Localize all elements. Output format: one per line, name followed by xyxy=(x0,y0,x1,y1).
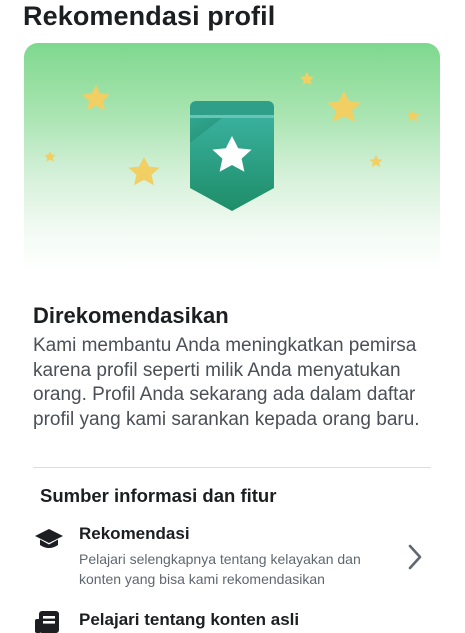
star-decoration-icon xyxy=(44,151,56,162)
divider xyxy=(33,467,431,468)
sources-heading: Sumber informasi dan fitur xyxy=(40,485,277,506)
star-decoration-icon xyxy=(327,91,361,122)
star-decoration-icon xyxy=(128,157,160,186)
row-subtitle: Pelajari selengkapnya tentang kelayakan … xyxy=(79,551,361,587)
recommended-description: Kami membantu Anda meningkatkan pemirsa … xyxy=(33,335,420,430)
row-title: Rekomendasi xyxy=(79,524,190,543)
chevron-right-icon[interactable] xyxy=(407,544,423,570)
star-decoration-icon xyxy=(369,155,383,167)
star-decoration-icon xyxy=(82,85,110,111)
row-title: Pelajari tentang konten asli xyxy=(79,610,300,629)
star-decoration-icon xyxy=(299,72,315,85)
hero-illustration xyxy=(44,72,420,211)
star-badge-icon xyxy=(190,101,274,211)
original-content-row[interactable]: Pelajari tentang konten asli xyxy=(0,606,465,633)
recommendations-row[interactable]: Rekomendasi Pelajari selengkapnya tentan… xyxy=(0,520,465,592)
star-decoration-icon xyxy=(406,110,420,122)
page-title: Rekomendasi profil xyxy=(23,1,276,31)
graduation-cap-icon xyxy=(35,529,63,548)
hero-banner xyxy=(24,43,440,275)
recommended-heading: Direkomendasikan xyxy=(33,303,229,328)
